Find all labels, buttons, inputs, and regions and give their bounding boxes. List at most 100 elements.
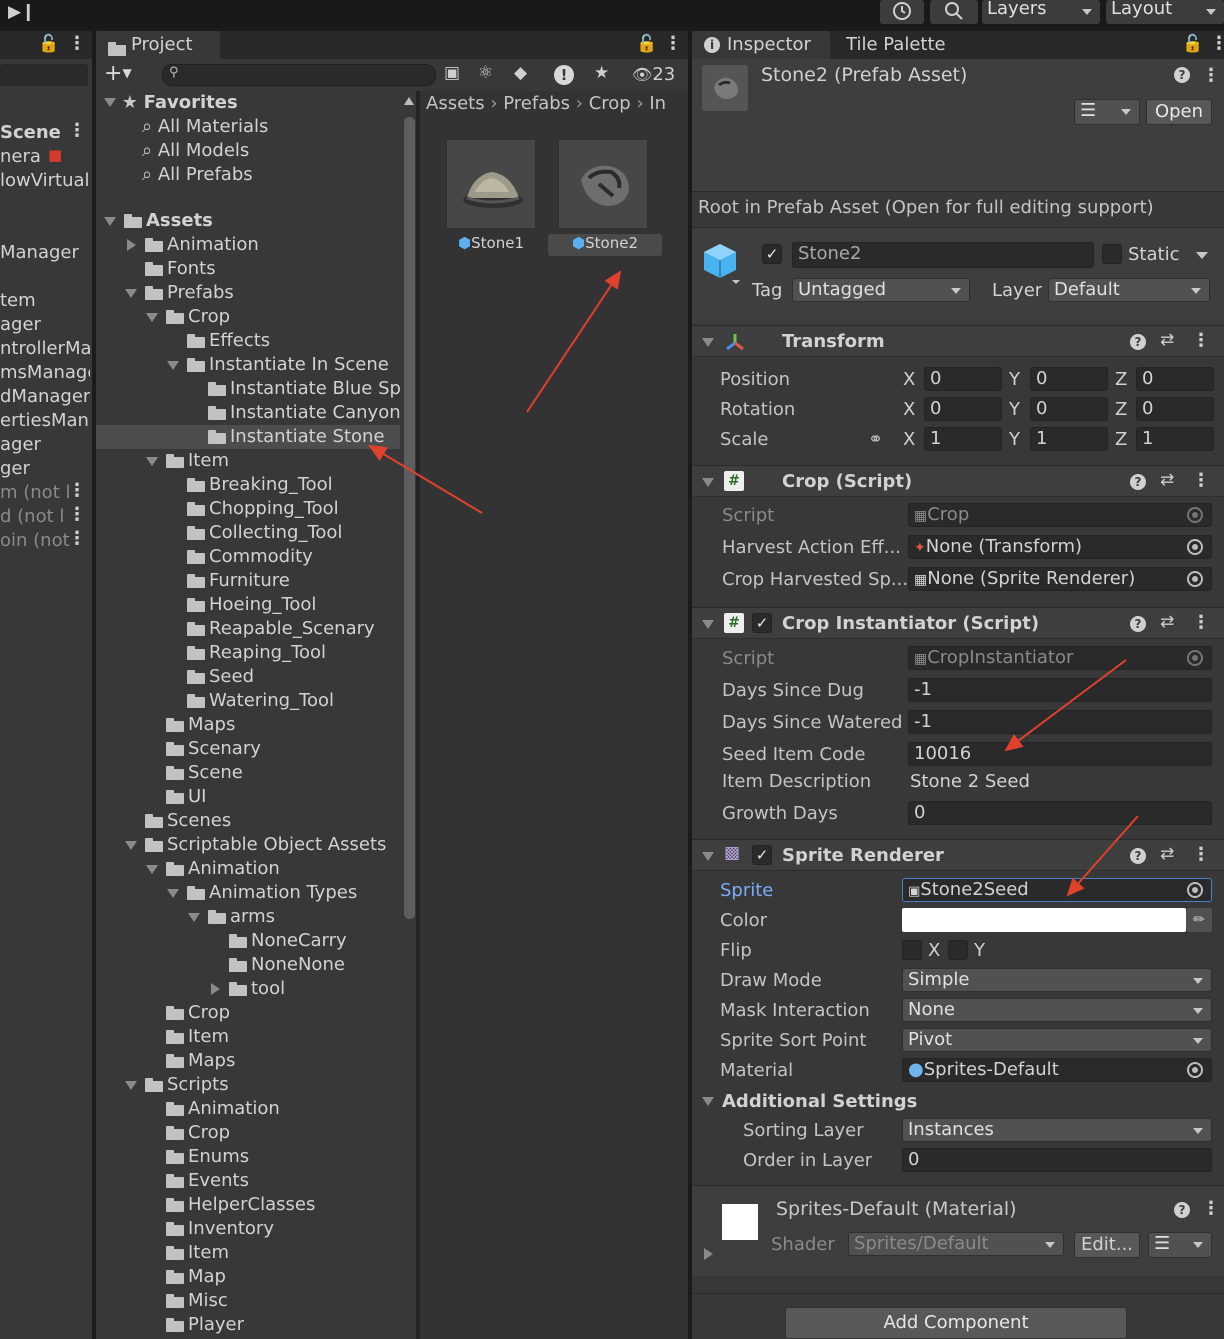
tree-item[interactable]: Assets <box>96 209 400 233</box>
harvest-field[interactable]: ✦None (Transform) <box>908 535 1212 559</box>
axis-z-label[interactable]: Z <box>1115 369 1127 390</box>
link-icon[interactable]: ⚭ <box>868 429 883 450</box>
tree-item[interactable]: Misc <box>96 1289 400 1313</box>
hierarchy-item[interactable]: Manager <box>0 241 90 265</box>
breadcrumb-item[interactable]: Assets <box>426 93 485 114</box>
layers-dropdown[interactable]: Layers <box>982 0 1100 24</box>
harvested-field[interactable]: ▦None (Sprite Renderer) <box>908 567 1212 591</box>
color-field[interactable] <box>902 908 1186 932</box>
axis-y-label[interactable]: Y <box>1009 399 1020 420</box>
foldout-arrow[interactable] <box>702 620 714 629</box>
step-icon[interactable]: ▶❙ <box>8 2 35 22</box>
search-button[interactable] <box>930 0 978 24</box>
foldout-arrow[interactable] <box>211 983 220 995</box>
warning-icon[interactable]: ! <box>554 65 574 85</box>
project-search-input[interactable]: ⚲ <box>162 64 436 86</box>
tree-item[interactable]: Player <box>96 1313 400 1337</box>
layout-dropdown[interactable]: Layout <box>1106 0 1224 24</box>
crop-field-input[interactable]: -1 <box>908 678 1212 702</box>
tab-project[interactable]: Project <box>96 31 220 59</box>
lock-icon[interactable]: 🔓 <box>38 34 59 54</box>
tree-item[interactable]: Scripts <box>96 1073 400 1097</box>
menu-dots-icon[interactable]: ⋮ <box>1210 33 1224 54</box>
tree-item[interactable]: Animation <box>96 1097 400 1121</box>
tree-item[interactable]: Chopping_Tool <box>96 497 400 521</box>
hierarchy-item[interactable]: tem <box>0 289 90 313</box>
tag-dropdown[interactable]: Untagged <box>792 278 970 302</box>
menu-dots-icon[interactable]: ⋮ <box>1202 1198 1220 1219</box>
breadcrumb-item[interactable]: In <box>649 93 666 114</box>
tree-scrollbar[interactable] <box>402 91 416 1339</box>
tree-item[interactable]: Instantiate Blue Spr <box>96 377 400 401</box>
axis-x-label[interactable]: X <box>903 399 915 420</box>
foldout-arrow[interactable] <box>146 313 158 322</box>
axis-y-label[interactable]: Y <box>1009 429 1020 450</box>
tree-item[interactable]: Hoeing_Tool <box>96 593 400 617</box>
hierarchy-search[interactable] <box>0 64 88 86</box>
component-enabled-checkbox[interactable]: ✓ <box>752 613 772 633</box>
foldout-arrow[interactable] <box>125 289 137 298</box>
static-dropdown-arrow[interactable] <box>1196 252 1208 259</box>
tree-item[interactable]: Prefabs <box>96 281 400 305</box>
foldout-arrow[interactable] <box>167 889 179 898</box>
crop-instantiator-header[interactable]: # ✓ Crop Instantiator (Script) ? ⇄ ⋮ <box>692 607 1224 639</box>
menu-dots-icon[interactable]: ⋮ <box>68 504 86 525</box>
tree-item[interactable]: Item <box>96 1025 400 1049</box>
crop-field-input[interactable]: 10016 <box>908 742 1212 766</box>
tree-item[interactable]: Maps <box>96 713 400 737</box>
flip-y-checkbox[interactable] <box>948 940 968 960</box>
tree-item[interactable]: Scriptable Object Assets <box>96 833 400 857</box>
foldout-arrow[interactable] <box>146 457 158 466</box>
label-icon[interactable]: ◆ <box>514 63 527 83</box>
menu-dots-icon[interactable]: ⋮ <box>1192 844 1210 865</box>
transform-position-x-field[interactable]: 0 <box>924 367 1002 391</box>
help-icon[interactable]: ? <box>1174 1202 1190 1218</box>
hierarchy-item[interactable]: lowVirtualC <box>0 169 90 193</box>
favorite-item[interactable]: ⌕ All Prefabs <box>142 163 253 187</box>
axis-x-label[interactable]: X <box>903 429 915 450</box>
transform-rotation-z-field[interactable]: 0 <box>1136 397 1214 421</box>
visibility-badge[interactable]: 👁23 <box>632 64 675 85</box>
presets-icon[interactable]: ⇄ <box>1160 470 1174 490</box>
additional-settings-label[interactable]: Additional Settings <box>722 1091 917 1112</box>
tree-item[interactable]: Map <box>96 1265 400 1289</box>
tree-item[interactable]: Fonts <box>96 257 400 281</box>
material-field[interactable]: ●Sprites-Default <box>902 1058 1212 1082</box>
axis-y-label[interactable]: Y <box>1009 369 1020 390</box>
hierarchy-item[interactable]: ager <box>0 433 90 457</box>
menu-dots-icon[interactable]: ⋮ <box>68 528 86 549</box>
breadcrumb-item[interactable]: Prefabs <box>503 93 570 114</box>
hierarchy-item[interactable]: nera <box>0 145 90 169</box>
sprite-sort-point-dropdown[interactable]: Pivot <box>902 1028 1212 1052</box>
tree-item[interactable]: Maps <box>96 1049 400 1073</box>
breadcrumb-item[interactable]: Crop <box>589 93 631 114</box>
crop-script-header[interactable]: # Crop (Script) ? ⇄ ⋮ <box>692 465 1224 497</box>
menu-dots-icon[interactable]: ⋮ <box>664 33 682 54</box>
hierarchy-item[interactable]: ertiesMana <box>0 409 90 433</box>
transform-position-y-field[interactable]: 0 <box>1030 367 1108 391</box>
lock-icon[interactable]: 🔓 <box>636 34 657 54</box>
mask-interaction-dropdown[interactable]: None <box>902 998 1212 1022</box>
object-picker-icon[interactable] <box>1187 539 1203 555</box>
draw-mode-dropdown[interactable]: Simple <box>902 968 1212 992</box>
menu-dots-icon[interactable]: ⋮ <box>68 33 86 54</box>
tree-item[interactable]: Crop <box>96 1121 400 1145</box>
menu-dots-icon[interactable]: ⋮ <box>1202 65 1220 86</box>
flip-x-checkbox[interactable] <box>902 940 922 960</box>
tree-item[interactable]: Effects <box>96 329 400 353</box>
transform-scale-y-field[interactable]: 1 <box>1030 427 1108 451</box>
open-button[interactable]: Open <box>1146 99 1212 125</box>
foldout-arrow[interactable] <box>146 865 158 874</box>
foldout-arrow[interactable] <box>188 913 200 922</box>
scroll-up-arrow[interactable] <box>404 97 414 105</box>
foldout-arrow[interactable] <box>702 1097 714 1106</box>
filter-type-icon[interactable]: ⚛ <box>478 63 493 83</box>
help-icon[interactable]: ? <box>1174 67 1190 83</box>
menu-dots-icon[interactable]: ⋮ <box>1192 330 1210 351</box>
tree-item[interactable]: Reapable_Scenary <box>96 617 400 641</box>
object-picker-icon[interactable] <box>1187 882 1203 898</box>
tree-item[interactable]: Breaking_Tool <box>96 473 400 497</box>
tree-item[interactable]: NoneNone <box>96 953 400 977</box>
gameobject-name-field[interactable]: Stone2 <box>792 242 1094 268</box>
tab-inspector[interactable]: i Inspector <box>692 31 830 59</box>
